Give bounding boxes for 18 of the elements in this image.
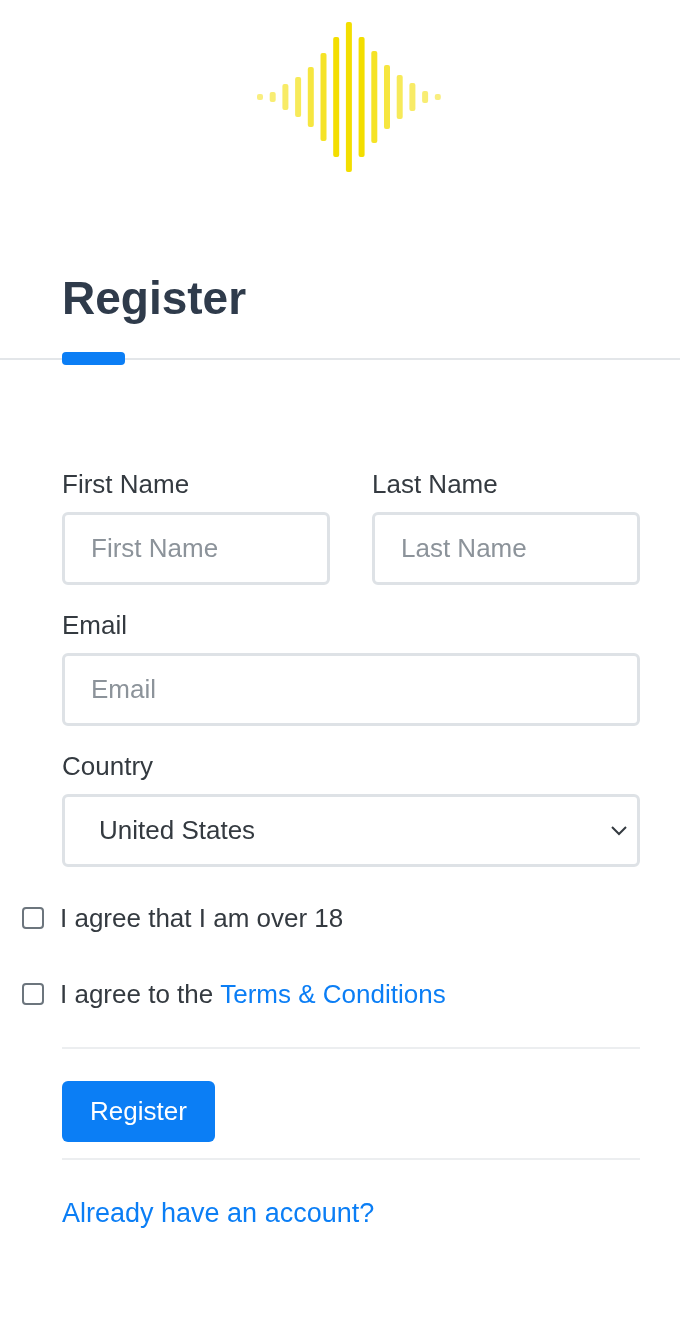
login-link[interactable]: Already have an account? bbox=[62, 1198, 375, 1229]
checkbox-label: I agree that I am over 18 bbox=[60, 903, 344, 933]
text-field[interactable]: First Name bbox=[62, 512, 330, 585]
field-label: Email bbox=[62, 609, 128, 641]
terms-link[interactable]: Terms & Conditions bbox=[220, 979, 446, 1009]
field-label: Country bbox=[62, 750, 155, 782]
chevron-down-icon bbox=[611, 825, 627, 836]
page-title: Register bbox=[62, 271, 248, 326]
checkbox[interactable] bbox=[22, 907, 44, 929]
email-field[interactable]: Email bbox=[62, 653, 640, 726]
field-label: Last Name bbox=[372, 468, 499, 500]
text-field[interactable]: Last Name bbox=[372, 512, 640, 585]
checkbox-label: I agree to the bbox=[60, 979, 214, 1009]
field-label: First Name bbox=[62, 468, 191, 500]
title-underline bbox=[62, 352, 125, 365]
register-button[interactable]: Register bbox=[62, 1081, 215, 1142]
checkbox[interactable] bbox=[22, 983, 44, 1005]
country-select[interactable]: United States bbox=[62, 794, 640, 867]
